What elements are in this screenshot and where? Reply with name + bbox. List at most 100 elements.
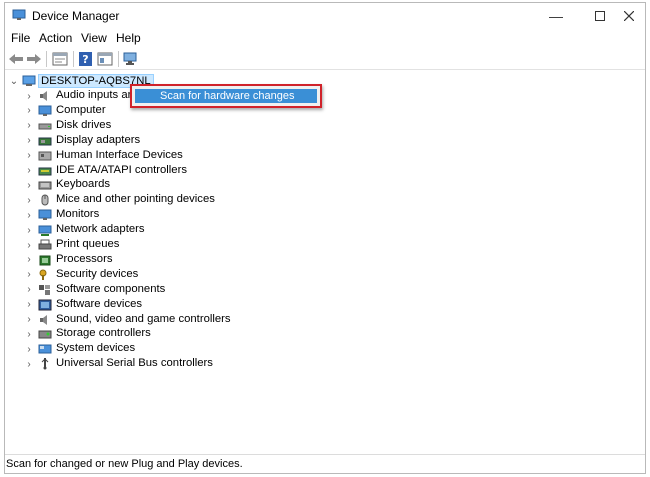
device-manager-icon <box>12 9 26 20</box>
hid-icon <box>38 151 52 161</box>
toolbar-separator <box>118 51 119 67</box>
tree-node[interactable]: › Disk drives <box>5 119 325 134</box>
tree-node-label: Monitors <box>56 208 100 221</box>
printer-icon <box>38 239 52 250</box>
menu-view[interactable]: View <box>81 31 107 45</box>
device-tree: ⌄ DESKTOP-AQBS7NL › Audio inputs an › Compu… <box>5 71 645 456</box>
menu-action[interactable]: Action <box>39 31 72 45</box>
expand-chevron-icon[interactable]: › <box>24 269 34 280</box>
tree-node[interactable]: › Print queues <box>5 238 325 253</box>
tree-node[interactable]: › Human Interface Devices <box>5 149 325 164</box>
speaker-icon <box>40 91 47 101</box>
minimize-icon: — <box>549 8 563 24</box>
toolbar-separator <box>73 51 74 67</box>
tree-node[interactable]: › Processors <box>5 253 325 268</box>
tree-node[interactable]: › Monitors <box>5 208 325 223</box>
window-title: Device Manager <box>32 9 120 23</box>
expand-chevron-icon[interactable]: › <box>24 120 34 131</box>
close-button[interactable] <box>611 3 647 29</box>
expand-chevron-icon[interactable]: › <box>24 344 34 355</box>
menu-bar: File Action View Help <box>5 30 645 48</box>
tree-node-label: Disk drives <box>56 118 112 131</box>
toolbar-separator <box>46 51 47 67</box>
details-pane-icon[interactable] <box>97 52 113 66</box>
expand-chevron-icon[interactable]: › <box>24 359 34 370</box>
tree-node[interactable]: › System devices <box>5 342 325 357</box>
expand-chevron-icon[interactable]: › <box>24 254 34 265</box>
computer-icon <box>22 75 36 86</box>
forward-arrow-icon[interactable] <box>26 52 42 66</box>
collapse-chevron-icon[interactable]: ⌄ <box>9 76 19 87</box>
tree-node[interactable]: › Keyboards <box>5 178 325 193</box>
storage-controller-icon <box>38 330 52 339</box>
expand-chevron-icon[interactable]: › <box>24 91 34 102</box>
tree-node-label: Mice and other pointing devices <box>56 193 215 206</box>
tree-node-label: Storage controllers <box>56 327 151 340</box>
expand-chevron-icon[interactable]: › <box>24 299 34 310</box>
keyboard-icon <box>38 181 52 190</box>
tree-node-label: Sound, video and game controllers <box>56 312 231 325</box>
expand-chevron-icon[interactable]: › <box>24 195 34 206</box>
minimize-button[interactable]: — <box>534 3 578 29</box>
software-device-icon <box>38 299 52 311</box>
software-component-icon <box>39 284 50 295</box>
menu-help[interactable]: Help <box>116 31 141 45</box>
tree-node-label: Software components <box>56 282 166 295</box>
expand-chevron-icon[interactable]: › <box>24 240 34 251</box>
tree-node-label: Print queues <box>56 238 120 250</box>
expand-chevron-icon[interactable]: › <box>24 284 34 295</box>
tree-node-label: Software devices <box>56 297 143 310</box>
tree-node[interactable]: › Software devices <box>5 298 325 313</box>
tree-node-label: Security devices <box>56 267 139 280</box>
display-adapter-icon <box>38 137 52 146</box>
tree-node[interactable]: › Sound, video and game controllers <box>5 313 325 328</box>
expand-chevron-icon[interactable]: › <box>24 210 34 221</box>
ide-controller-icon <box>38 167 52 175</box>
speaker-icon <box>40 314 47 325</box>
maximize-icon <box>595 11 605 21</box>
system-device-icon <box>38 344 52 354</box>
toolbar: ? <box>5 48 645 70</box>
security-key-icon <box>39 269 47 280</box>
expand-chevron-icon[interactable]: › <box>24 329 34 340</box>
tree-node[interactable]: › Display adapters <box>5 134 325 149</box>
usb-icon <box>41 358 49 370</box>
scan-hardware-icon[interactable] <box>123 52 139 66</box>
expand-chevron-icon[interactable]: › <box>24 314 34 325</box>
title-bar[interactable]: Device Manager — <box>5 3 645 29</box>
device-manager-window: Device Manager — File Action View Help ?… <box>4 2 646 474</box>
tree-node[interactable]: › Software components <box>5 283 325 298</box>
expand-chevron-icon[interactable]: › <box>24 225 34 236</box>
tree-node-label: IDE ATA/ATAPI controllers <box>56 163 187 176</box>
menu-file[interactable]: File <box>11 31 30 45</box>
properties-icon[interactable] <box>52 52 68 66</box>
close-icon <box>624 11 634 21</box>
tree-node-label: Computer <box>56 103 106 116</box>
tree-node[interactable]: › Storage controllers <box>5 327 325 342</box>
tree-node[interactable]: › Mice and other pointing devices <box>5 193 325 208</box>
back-arrow-icon[interactable] <box>8 52 24 66</box>
status-bar: Scan for changed or new Plug and Play de… <box>5 454 645 473</box>
expand-chevron-icon[interactable]: › <box>24 165 34 176</box>
tree-node[interactable]: › Security devices <box>5 268 325 283</box>
tree-node-label: Keyboards <box>56 178 111 191</box>
expand-chevron-icon[interactable]: › <box>24 150 34 161</box>
disk-icon <box>38 123 52 130</box>
expand-chevron-icon[interactable]: › <box>24 105 34 116</box>
network-icon <box>38 225 52 237</box>
tree-node-label: Universal Serial Bus controllers <box>56 357 213 370</box>
processor-icon <box>39 255 51 266</box>
tree-node[interactable]: › IDE ATA/ATAPI controllers <box>5 164 325 179</box>
context-menu-item-scan[interactable]: Scan for hardware changes <box>135 89 317 103</box>
help-icon[interactable]: ? <box>78 52 94 66</box>
monitor-icon <box>38 105 52 116</box>
tree-node-label: Processors <box>56 252 113 265</box>
tree-node-label: Network adapters <box>56 223 145 236</box>
tree-root-node[interactable]: ⌄ DESKTOP-AQBS7NL <box>5 74 154 89</box>
tree-node[interactable]: › Network adapters <box>5 223 325 238</box>
tree-node-label: System devices <box>56 342 136 355</box>
expand-chevron-icon[interactable]: › <box>24 180 34 191</box>
tree-node[interactable]: › Universal Serial Bus controllers <box>5 357 325 372</box>
expand-chevron-icon[interactable]: › <box>24 135 34 146</box>
monitor-icon <box>38 209 52 221</box>
